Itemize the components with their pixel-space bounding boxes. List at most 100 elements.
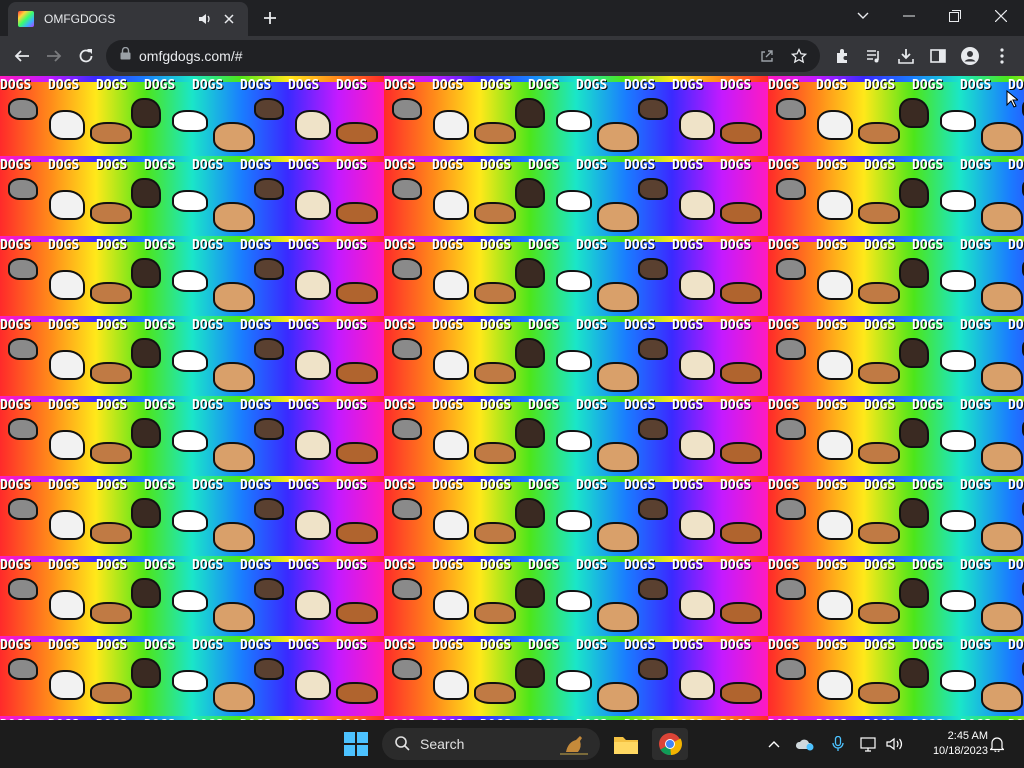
dogs-word: DOGS [816,78,848,93]
dogs-tile: DOGS DOGS DOGS DOGS DOGS DOGS DOGS DOGS [384,76,768,156]
pixel-dog-icon [940,190,976,212]
dogs-word: DOGS [96,318,128,333]
restore-button[interactable] [932,0,978,32]
pixel-dog-icon [679,190,715,220]
new-tab-button[interactable] [258,6,282,30]
dogs-word: DOGS [864,638,896,653]
share-icon[interactable] [754,43,780,69]
dogs-word: DOGS [432,478,464,493]
dogs-word: DOGS [624,238,656,253]
close-window-button[interactable] [978,0,1024,32]
pixel-dog-icon [817,110,853,140]
extensions-puzzle-icon[interactable] [828,42,856,70]
pixel-dog-icon [8,98,38,120]
taskbar-clock[interactable]: 2:45 AM 10/18/2023 [914,729,988,759]
pixel-dog-icon [392,498,422,520]
tab-search-chevron-icon[interactable] [840,0,886,32]
reload-button[interactable] [72,42,100,70]
pixel-dog-icon [776,258,806,280]
pixel-dog-icon [638,98,668,120]
pixel-dog-icon [392,658,422,680]
pixel-dog-icon [940,670,976,692]
taskbar-search-box[interactable]: Search [382,728,600,760]
file-explorer-icon[interactable] [610,728,642,760]
dogs-word: DOGS [0,638,32,653]
dogs-word: DOGS [432,318,464,333]
pixel-dog-icon [295,430,331,460]
pixel-dog-icon [295,110,331,140]
dogs-word: DOGS [336,398,368,413]
pixel-dog-icon [336,602,378,624]
pixel-dog-icon [556,350,592,372]
pixel-dog-icon [172,510,208,532]
show-hidden-icons-chevron-icon[interactable] [764,728,784,760]
dogs-word: DOGS [720,238,752,253]
dogs-tile: DOGS DOGS DOGS DOGS DOGS DOGS DOGS DOGS [0,76,384,156]
media-control-icon[interactable] [860,42,888,70]
back-button[interactable] [8,42,36,70]
dogs-word: DOGS [384,638,416,653]
pixel-dog-icon [49,270,85,300]
dogs-word: DOGS [48,478,80,493]
pixel-dog-icon [556,510,592,532]
minimize-button[interactable] [886,0,932,32]
pixel-dog-icon [213,282,255,312]
lock-icon[interactable] [120,46,131,65]
address-bar[interactable]: omfgdogs.com/# [106,40,820,72]
download-icon[interactable] [892,42,920,70]
dogs-word: DOGS [1008,158,1024,173]
dogs-word: DOGS [288,478,320,493]
dogs-word: DOGS [96,558,128,573]
dogs-word: DOGS [576,478,608,493]
pixel-dog-icon [638,258,668,280]
pixel-dog-icon [172,350,208,372]
pixel-dog-icon [515,338,545,368]
profile-avatar-icon[interactable] [956,42,984,70]
dogs-word: DOGS [384,318,416,333]
volume-icon[interactable] [884,728,906,760]
pixel-dog-icon [556,590,592,612]
page-content[interactable]: DOGS DOGS DOGS DOGS DOGS DOGS DOGS DOGS DOGS DOGS… [0,76,1024,720]
pixel-dog-icon [433,590,469,620]
pixel-dog-icon [858,122,900,144]
dogs-word: DOGS [144,238,176,253]
dogs-word: DOGS [912,158,944,173]
pixel-dog-icon [254,498,284,520]
pixel-dog-icon [254,258,284,280]
menu-kebab-icon[interactable] [988,42,1016,70]
pixel-dog-icon [776,178,806,200]
chrome-taskbar-icon[interactable] [652,728,688,760]
pixel-dog-icon [638,418,668,440]
tab-title: OMFGDOGS [44,12,116,26]
pixel-dog-icon [433,270,469,300]
pixel-dog-icon [899,498,929,528]
network-icon[interactable] [858,728,880,760]
dogs-word: DOGS [144,78,176,93]
tab-omfgdogs[interactable]: OMFGDOGS [8,2,248,36]
notification-bell-icon[interactable] [986,728,1008,760]
search-icon [394,735,410,754]
dogs-word: DOGS [384,558,416,573]
close-tab-icon[interactable] [220,10,238,28]
dogs-word: DOGS [960,478,992,493]
pixel-dog-icon [597,202,639,232]
side-panel-icon[interactable] [924,42,952,70]
dogs-word: DOGS [0,238,32,253]
windows-start-icon[interactable] [340,728,372,760]
dogs-word: DOGS [144,318,176,333]
audio-playing-icon[interactable] [196,10,214,28]
pixel-dog-icon [597,522,639,552]
pixel-dog-icon [295,190,331,220]
dogs-tile: DOGS DOGS DOGS DOGS DOGS DOGS DOGS DOGS [0,476,384,556]
dogs-word: DOGS [672,398,704,413]
dogs-word: DOGS [288,238,320,253]
microphone-icon[interactable] [828,728,848,760]
forward-button[interactable] [40,42,68,70]
dogs-word: DOGS [624,78,656,93]
bookmark-star-icon[interactable] [786,43,812,69]
onedrive-sync-icon[interactable] [794,728,816,760]
pixel-dog-icon [90,522,132,544]
dogs-word: DOGS [864,318,896,333]
pixel-dog-icon [638,498,668,520]
pixel-dog-icon [474,362,516,384]
